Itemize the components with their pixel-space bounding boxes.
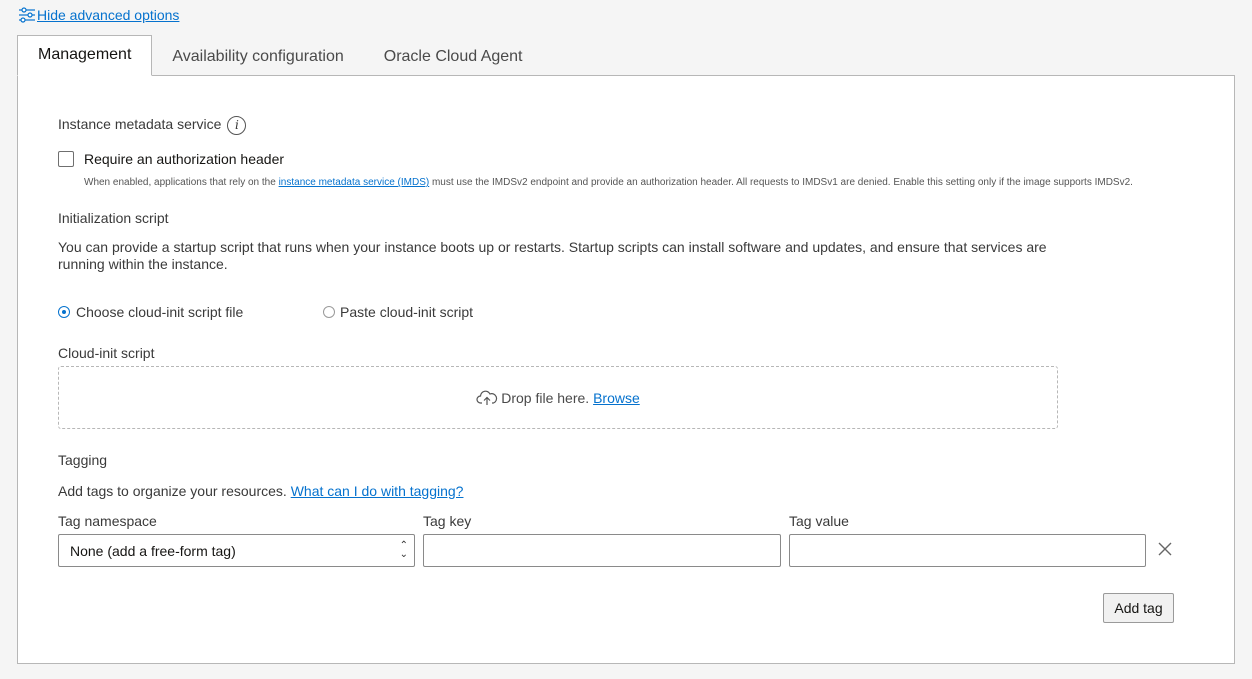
management-panel: Instance metadata service i Require an au… — [17, 75, 1235, 664]
drop-file-text: Drop file here. — [501, 389, 594, 406]
tagging-description: Add tags to organize your resources. — [58, 483, 291, 499]
imds-help-pre: When enabled, applications that rely on … — [84, 177, 279, 188]
tab-oracle-cloud-agent[interactable]: Oracle Cloud Agent — [364, 38, 543, 76]
imds-heading: Instance metadata service — [58, 116, 222, 133]
require-auth-header-checkbox[interactable] — [58, 151, 74, 167]
imds-help-link[interactable]: instance metadata service (IMDS) — [279, 177, 430, 188]
sliders-icon — [19, 7, 35, 23]
tagging-heading: Tagging — [58, 452, 108, 468]
radio-paste-input[interactable] — [323, 306, 335, 318]
init-script-description: You can provide a startup script that ru… — [58, 239, 1047, 272]
radio-option-file[interactable]: Choose cloud-init script file — [58, 304, 243, 320]
tag-namespace-label: Tag namespace — [58, 513, 157, 529]
remove-tag-close-icon[interactable] — [1158, 542, 1172, 556]
tagging-help-link[interactable]: What can I do with tagging? — [291, 483, 464, 499]
select-chevron-icon: ⌃ ⌄ — [399, 540, 408, 560]
require-auth-header-label: Require an authorization header — [84, 151, 285, 167]
imds-heading-row: Instance metadata service i — [58, 116, 247, 135]
tag-namespace-value: None (add a free-form tag) — [70, 543, 236, 559]
cloud-init-script-label: Cloud-init script — [58, 345, 155, 361]
radio-file-input[interactable] — [58, 306, 70, 318]
tag-namespace-select[interactable]: None (add a free-form tag) ⌃ ⌄ — [58, 534, 415, 567]
file-dropzone[interactable]: Drop file here. Browse — [58, 366, 1058, 429]
imds-help-post: must use the IMDSv2 endpoint and provide… — [429, 177, 1133, 188]
radio-option-paste[interactable]: Paste cloud-init script — [323, 304, 473, 320]
radio-file-label: Choose cloud-init script file — [76, 304, 244, 320]
info-icon[interactable]: i — [227, 116, 247, 135]
imds-help-text: When enabled, applications that rely on … — [84, 177, 1133, 188]
tab-bar: Management Availability configuration Or… — [17, 35, 543, 76]
hide-advanced-options-link[interactable]: Hide advanced options — [18, 6, 179, 24]
tab-management[interactable]: Management — [17, 35, 153, 76]
auth-header-row: Require an authorization header — [58, 151, 284, 167]
cloud-upload-icon — [476, 390, 498, 405]
radio-paste-label: Paste cloud-init script — [340, 304, 474, 320]
tag-value-label: Tag value — [789, 513, 849, 529]
tag-key-label: Tag key — [423, 513, 472, 529]
add-tag-button[interactable]: Add tag — [1103, 593, 1174, 623]
tag-value-input[interactable] — [789, 534, 1146, 567]
tagging-description-row: Add tags to organize your resources. Wha… — [58, 483, 463, 499]
init-script-heading: Initialization script — [58, 210, 169, 226]
tab-availability-configuration[interactable]: Availability configuration — [152, 38, 363, 76]
browse-link[interactable]: Browse — [593, 390, 640, 406]
tag-key-input[interactable] — [423, 534, 781, 567]
hide-advanced-options-label[interactable]: Hide advanced options — [37, 7, 179, 23]
